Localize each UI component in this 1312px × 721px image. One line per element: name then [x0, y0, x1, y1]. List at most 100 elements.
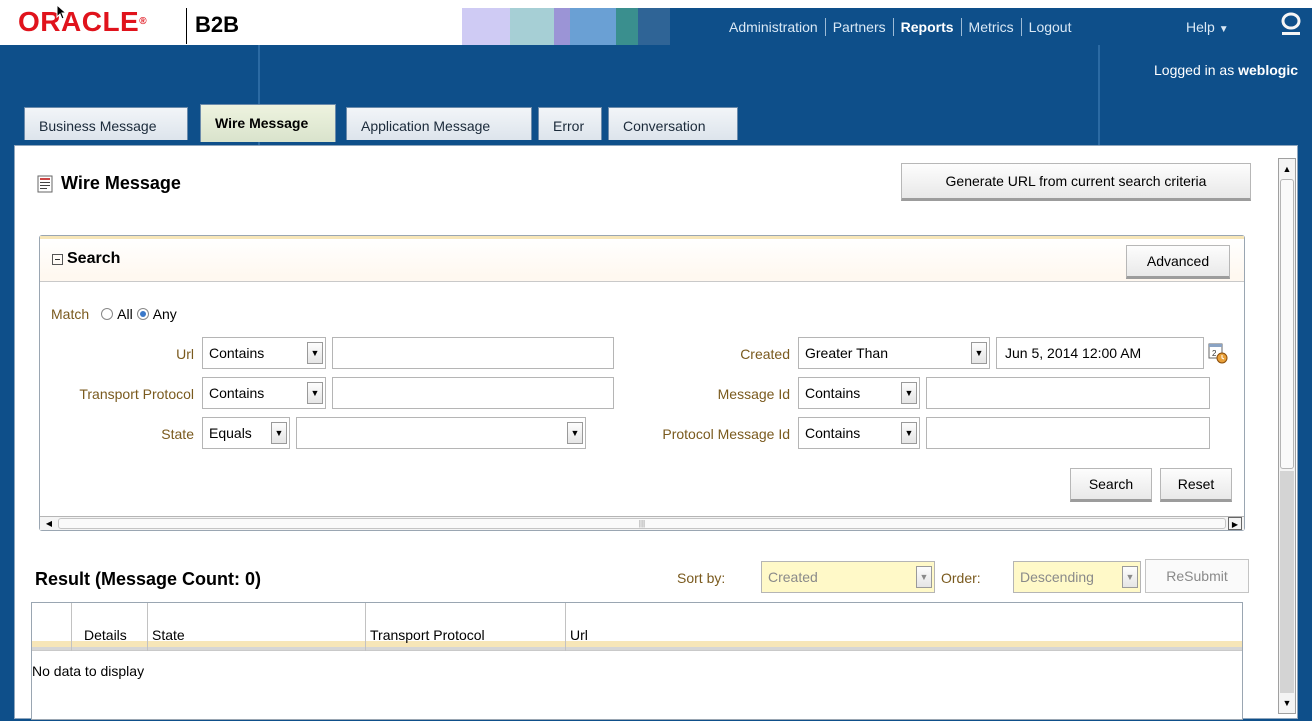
- logged-in-status: Logged in as weblogic: [1154, 62, 1298, 78]
- transport-protocol-input[interactable]: [332, 377, 614, 409]
- page-title: Wire Message: [37, 173, 181, 194]
- search-panel: Search Advanced Match All Any Url Contai…: [39, 235, 1245, 531]
- search-button[interactable]: Search: [1070, 468, 1152, 502]
- collapse-icon: [52, 253, 63, 265]
- header-decor-swatch: [638, 8, 670, 45]
- transport-operator-value: Contains: [209, 385, 265, 401]
- message-id-operator-select[interactable]: Contains ▼: [798, 377, 920, 409]
- vertical-scrollbar[interactable]: ▲ ▼: [1278, 158, 1296, 714]
- header-decor-swatch: [554, 8, 570, 45]
- search-header: Search Advanced: [40, 236, 1244, 282]
- transport-protocol-label: Transport Protocol: [79, 386, 194, 402]
- scroll-right-icon[interactable]: ▶: [1228, 517, 1242, 530]
- scroll-track[interactable]: [1280, 471, 1294, 693]
- horizontal-scrollbar[interactable]: ◀ ||| ▶: [40, 516, 1244, 530]
- column-header-details[interactable]: Details: [72, 603, 148, 651]
- order-value: Descending: [1020, 569, 1094, 585]
- state-label: State: [161, 426, 194, 442]
- created-operator-select[interactable]: Greater Than ▼: [798, 337, 990, 369]
- resubmit-button[interactable]: ReSubmit: [1145, 559, 1249, 593]
- tab-label: Error: [553, 118, 585, 134]
- state-operator-select[interactable]: Equals ▼: [202, 417, 290, 449]
- advanced-button[interactable]: Advanced: [1126, 245, 1230, 279]
- scroll-up-icon[interactable]: ▲: [1280, 161, 1294, 177]
- scroll-thumb[interactable]: [1280, 179, 1294, 469]
- logged-in-prefix: Logged in as: [1154, 62, 1235, 78]
- main-panel: Wire Message Generate URL from current s…: [14, 145, 1298, 720]
- transport-operator-select[interactable]: Contains ▼: [202, 377, 326, 409]
- dropdown-arrow-icon: ▼: [271, 422, 287, 444]
- results-table: Details State Transport Protocol Url No …: [31, 602, 1243, 720]
- match-any-radio[interactable]: [136, 308, 149, 320]
- protocol-message-id-operator-value: Contains: [805, 425, 861, 441]
- tab-conversation[interactable]: Conversation: [608, 107, 738, 140]
- nav-reports[interactable]: Reports: [894, 17, 962, 36]
- svg-text:2: 2: [1212, 349, 1217, 358]
- nav-logout[interactable]: Logout: [1022, 18, 1079, 36]
- url-label: Url: [176, 346, 194, 362]
- message-id-input[interactable]: [926, 377, 1210, 409]
- select-column-header: [32, 603, 72, 651]
- state-operator-value: Equals: [209, 425, 252, 441]
- dropdown-arrow-icon: ▼: [307, 382, 323, 404]
- nav-partners[interactable]: Partners: [826, 17, 894, 36]
- tab-business-message[interactable]: Business Message: [24, 107, 188, 140]
- page-title-text: Wire Message: [61, 173, 181, 193]
- match-any-label: Any: [152, 306, 177, 322]
- calendar-icon[interactable]: 2: [1208, 342, 1228, 364]
- sort-by-value: Created: [768, 569, 818, 585]
- match-all-radio[interactable]: [101, 308, 114, 320]
- user-icon[interactable]: [1280, 12, 1302, 38]
- reset-button[interactable]: Reset: [1160, 468, 1232, 502]
- sort-by-label: Sort by:: [677, 570, 726, 586]
- url-operator-select[interactable]: Contains ▼: [202, 337, 326, 369]
- search-toggle[interactable]: Search: [52, 250, 120, 268]
- created-label: Created: [740, 346, 790, 362]
- tab-error[interactable]: Error: [538, 107, 602, 140]
- tab-label: Wire Message: [215, 115, 309, 131]
- scroll-left-icon[interactable]: ◀: [42, 517, 56, 530]
- column-header-url[interactable]: Url: [566, 603, 1242, 651]
- table-header: Details State Transport Protocol Url: [32, 603, 1242, 651]
- nav-administration[interactable]: Administration: [722, 17, 826, 36]
- column-header-state[interactable]: State: [148, 603, 366, 651]
- protocol-message-id-label: Protocol Message Id: [662, 426, 790, 442]
- dropdown-arrow-icon: ▼: [567, 422, 583, 444]
- header-decor-swatch: [616, 8, 638, 45]
- order-label: Order:: [941, 570, 981, 586]
- message-id-operator-value: Contains: [805, 385, 861, 401]
- scroll-thumb[interactable]: |||: [58, 518, 1226, 529]
- sort-by-select[interactable]: Created ▼: [761, 561, 935, 593]
- order-select[interactable]: Descending ▼: [1013, 561, 1141, 593]
- url-input[interactable]: [332, 337, 614, 369]
- protocol-message-id-input[interactable]: [926, 417, 1210, 449]
- dropdown-arrow-icon: ▼: [916, 566, 932, 588]
- header-decor-swatch: [510, 8, 554, 45]
- tab-application-message[interactable]: Application Message: [346, 107, 532, 140]
- dropdown-arrow-icon: ▼: [971, 342, 987, 364]
- header-decor-swatch: [462, 8, 510, 45]
- tab-wire-message[interactable]: Wire Message: [200, 104, 336, 142]
- dropdown-arrow-icon: ▼: [901, 382, 917, 404]
- scroll-down-icon[interactable]: ▼: [1280, 695, 1294, 711]
- logged-in-username: weblogic: [1238, 62, 1298, 78]
- protocol-message-id-operator-select[interactable]: Contains ▼: [798, 417, 920, 449]
- nav-metrics[interactable]: Metrics: [962, 17, 1022, 36]
- generate-url-button[interactable]: Generate URL from current search criteri…: [901, 163, 1251, 201]
- empty-table-message: No data to display: [32, 663, 145, 679]
- match-row: Match All Any: [51, 306, 177, 322]
- header-decor-swatch: [570, 8, 616, 45]
- search-title: Search: [67, 250, 121, 267]
- chevron-down-icon: ▼: [1218, 24, 1229, 35]
- state-value-select[interactable]: ▼: [296, 417, 586, 449]
- band-divider: [1098, 45, 1100, 145]
- created-operator-value: Greater Than: [805, 345, 889, 361]
- tab-label: Conversation: [623, 118, 706, 134]
- result-title: Result (Message Count: 0): [35, 569, 262, 589]
- document-icon: [37, 175, 53, 192]
- help-label: Help: [1186, 19, 1215, 35]
- column-header-transport-protocol[interactable]: Transport Protocol: [366, 603, 566, 651]
- help-menu[interactable]: Help ▼: [1186, 19, 1229, 35]
- dropdown-arrow-icon: ▼: [901, 422, 917, 444]
- created-date-input[interactable]: Jun 5, 2014 12:00 AM: [996, 337, 1204, 369]
